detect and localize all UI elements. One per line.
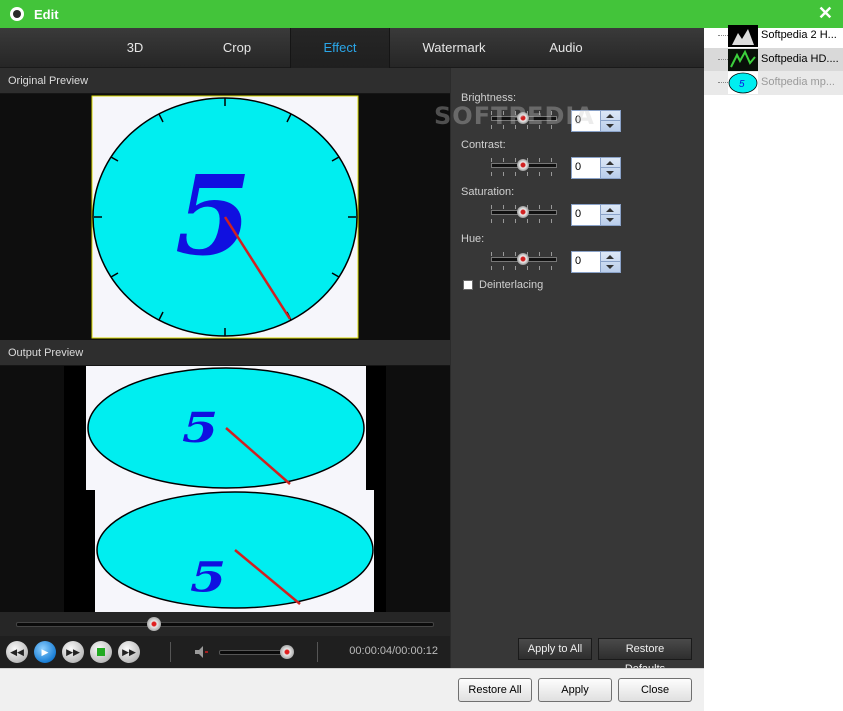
original-preview: 5 xyxy=(0,94,450,340)
fast-forward-icon: ▶▶ xyxy=(66,646,80,657)
next-icon: ▶▶ xyxy=(122,646,136,657)
contrast-spinner[interactable]: 0 xyxy=(571,157,621,179)
apply-button[interactable]: Apply xyxy=(538,678,612,702)
file-item-selected[interactable]: Softpedia HD.... xyxy=(704,48,843,72)
window-title: Edit xyxy=(34,6,59,22)
brightness-value[interactable]: 0 xyxy=(575,114,581,126)
file-thumbnail: 5 xyxy=(728,72,758,94)
output-clock-image: 5 5 xyxy=(64,366,386,612)
saturation-slider[interactable] xyxy=(491,205,557,223)
brightness-spin-arrows[interactable] xyxy=(600,111,621,131)
apply-to-all-button[interactable]: Apply to All xyxy=(518,638,592,660)
playback-controls: ◀◀ ▶ ▶▶ ▶▶ 00:00:04/00:00:12 xyxy=(0,636,450,668)
tab-effect[interactable]: Effect xyxy=(290,28,390,68)
volume-thumb[interactable] xyxy=(280,645,294,659)
file-list-sidebar: Softpedia 2 H... Softpedia HD.... 5 Soft… xyxy=(704,25,843,711)
output-preview-label: Output Preview xyxy=(0,340,450,366)
output-preview: 5 5 xyxy=(0,366,450,612)
restore-all-button[interactable]: Restore All xyxy=(458,678,532,702)
tab-audio[interactable]: Audio xyxy=(516,28,616,68)
play-icon: ▶ xyxy=(41,646,49,657)
file-name: Softpedia mp... xyxy=(761,76,835,88)
saturation-label: Saturation: xyxy=(461,186,515,198)
output-clock-digit-bottom: 5 xyxy=(190,554,226,603)
hue-value[interactable]: 0 xyxy=(575,255,581,267)
tab-crop[interactable]: Crop xyxy=(187,28,287,68)
stop-button[interactable] xyxy=(90,641,112,663)
file-thumbnail xyxy=(728,25,758,47)
tab-watermark[interactable]: Watermark xyxy=(404,28,504,68)
seek-bar xyxy=(0,612,450,636)
app-logo-icon xyxy=(10,7,24,21)
saturation-spinner[interactable]: 0 xyxy=(571,204,621,226)
output-clock-digit-top: 5 xyxy=(182,404,218,453)
tab-3d[interactable]: 3D xyxy=(85,28,185,68)
brightness-slider[interactable] xyxy=(491,111,557,129)
file-item[interactable]: 5 Softpedia mp... xyxy=(704,71,843,95)
hue-slider[interactable] xyxy=(491,252,557,270)
hue-slider-thumb[interactable] xyxy=(517,253,529,265)
next-frame-button[interactable]: ▶▶ xyxy=(118,641,140,663)
rewind-button[interactable]: ◀◀ xyxy=(6,641,28,663)
contrast-value[interactable]: 0 xyxy=(575,161,581,173)
edit-window: Edit ✕ 3D Crop Effect Watermark Audio Or… xyxy=(0,0,843,711)
hue-label: Hue: xyxy=(461,233,485,245)
seek-thumb[interactable] xyxy=(147,617,161,631)
restore-defaults-button[interactable]: Restore Defaults xyxy=(598,638,692,675)
controls-divider xyxy=(170,642,171,662)
hue-spinner[interactable]: 0 xyxy=(571,251,621,273)
play-button[interactable]: ▶ xyxy=(34,641,56,663)
time-display: 00:00:04/00:00:12 xyxy=(349,645,438,657)
hue-spin-arrows[interactable] xyxy=(600,252,621,272)
editor-main: 3D Crop Effect Watermark Audio Original … xyxy=(0,28,704,675)
saturation-spin-arrows[interactable] xyxy=(600,205,621,225)
close-window-icon[interactable]: ✕ xyxy=(818,4,833,22)
file-name: Softpedia 2 H... xyxy=(761,29,837,41)
original-clock-digit: 5 xyxy=(175,151,252,280)
contrast-spin-arrows[interactable] xyxy=(600,158,621,178)
rewind-icon: ◀◀ xyxy=(10,646,24,657)
stop-icon xyxy=(97,648,105,656)
brightness-label: Brightness: xyxy=(461,92,517,104)
seek-track[interactable] xyxy=(16,622,434,627)
effect-settings-panel: Brightness: 0 Contrast: 0 Saturation: 0 … xyxy=(451,68,704,675)
contrast-slider-thumb[interactable] xyxy=(517,159,529,171)
original-preview-label: Original Preview xyxy=(0,68,450,94)
tab-bar: 3D Crop Effect Watermark Audio xyxy=(0,28,704,68)
close-button[interactable]: Close xyxy=(618,678,692,702)
brightness-slider-thumb[interactable] xyxy=(517,112,529,124)
deinterlacing-checkbox[interactable] xyxy=(463,280,473,290)
contrast-label: Contrast: xyxy=(461,139,506,151)
file-item[interactable]: Softpedia 2 H... xyxy=(704,24,843,48)
preview-column: Original Preview 5 Output Preview 5 5 ◀◀… xyxy=(0,68,450,668)
deinterlacing-label[interactable]: Deinterlacing xyxy=(479,279,543,291)
brightness-spinner[interactable]: 0 xyxy=(571,110,621,132)
svg-text:5: 5 xyxy=(739,79,745,90)
saturation-slider-thumb[interactable] xyxy=(517,206,529,218)
contrast-slider[interactable] xyxy=(491,158,557,176)
file-thumbnail xyxy=(728,49,758,71)
controls-divider-2 xyxy=(317,642,318,662)
original-clock-image: 5 xyxy=(91,95,359,339)
fast-forward-button[interactable]: ▶▶ xyxy=(62,641,84,663)
saturation-value[interactable]: 0 xyxy=(575,208,581,220)
dialog-footer: Restore All Apply Close xyxy=(0,668,704,711)
file-name: Softpedia HD.... xyxy=(761,53,839,65)
volume-icon[interactable] xyxy=(193,644,209,660)
